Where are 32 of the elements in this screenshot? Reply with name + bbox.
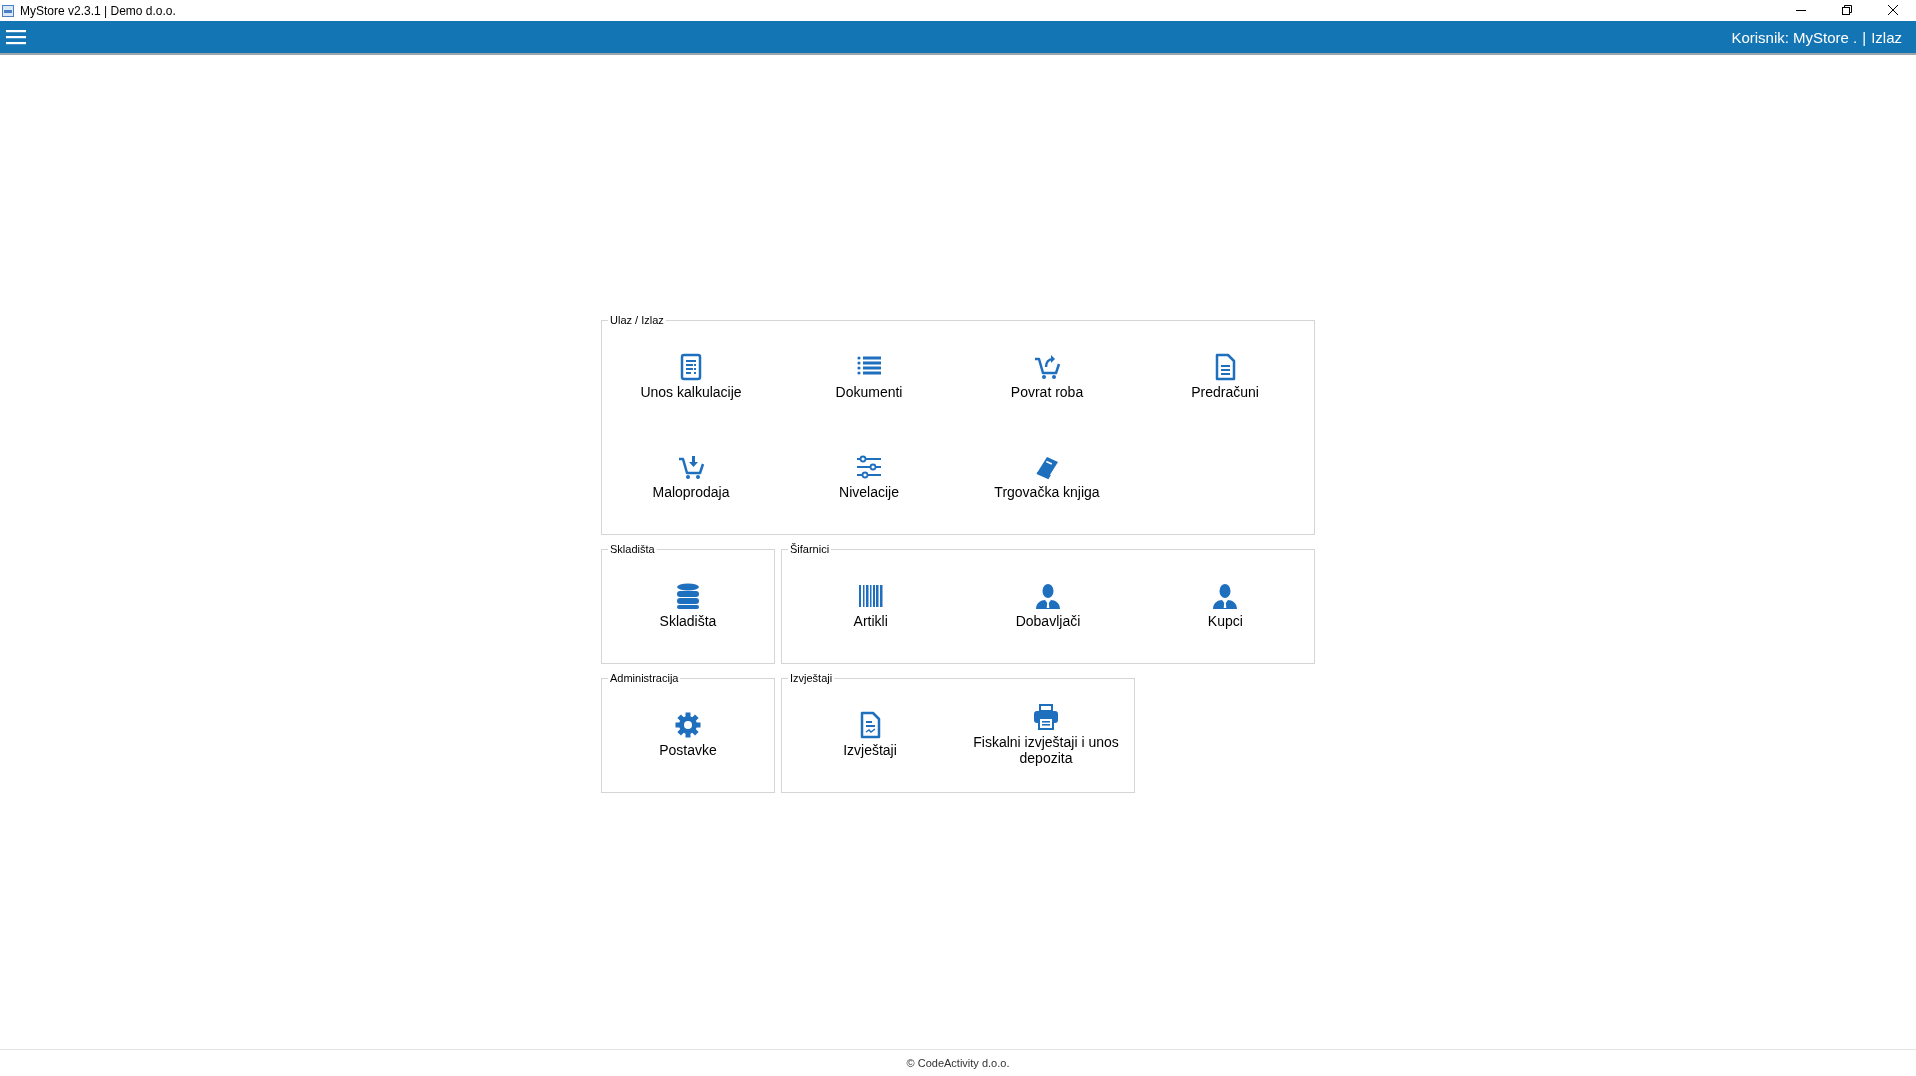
- group-title: Izvještaji: [789, 672, 834, 684]
- cart-icon: [1033, 352, 1061, 381]
- printer-icon: [1032, 702, 1060, 731]
- person-icon: [1034, 581, 1062, 610]
- copyright-text: © CodeActivity d.o.o.: [906, 1057, 1010, 1069]
- group-title: Šifarnici: [789, 543, 831, 555]
- menu-icon[interactable]: [6, 29, 26, 45]
- tile-button[interactable]: Dokumenti: [780, 326, 958, 426]
- database-icon: [674, 581, 702, 610]
- tile-button[interactable]: Fiskalni izvještaji i unos depozita: [958, 684, 1134, 784]
- tile-button[interactable]: Nivelacije: [780, 426, 958, 526]
- tile-button[interactable]: Trgovačka knjiga: [958, 426, 1136, 526]
- person-icon: [1211, 581, 1240, 610]
- gear-icon: [674, 710, 702, 739]
- user-label: Korisnik: MyStore .: [1731, 28, 1858, 46]
- tile-button[interactable]: Postavke: [602, 684, 774, 784]
- tile-button[interactable]: Kupci: [1136, 555, 1314, 655]
- logout-link[interactable]: Izlaz: [1871, 28, 1902, 46]
- tile-button[interactable]: Artikli: [782, 555, 960, 655]
- tile-button[interactable]: Maloprodaja: [602, 426, 780, 526]
- separator: |: [1862, 28, 1867, 46]
- tile-button[interactable]: Izvještaji: [782, 684, 958, 784]
- app-logo-icon: [2, 4, 14, 17]
- window-title: MyStore v2.3.1 | Demo d.o.o.: [20, 3, 177, 18]
- group-title: Skladišta: [609, 543, 656, 555]
- group-title: Administracija: [609, 672, 680, 684]
- tile-button[interactable]: Predračuni: [1136, 326, 1314, 426]
- tile-button[interactable]: Dobavljači: [959, 555, 1137, 655]
- group-title: Ulaz / Izlaz: [609, 314, 665, 326]
- tile-button[interactable]: Povrat roba: [958, 326, 1136, 426]
- tile-button[interactable]: Unos kalkulacije: [602, 326, 780, 426]
- tile-button[interactable]: Skladišta: [602, 555, 774, 655]
